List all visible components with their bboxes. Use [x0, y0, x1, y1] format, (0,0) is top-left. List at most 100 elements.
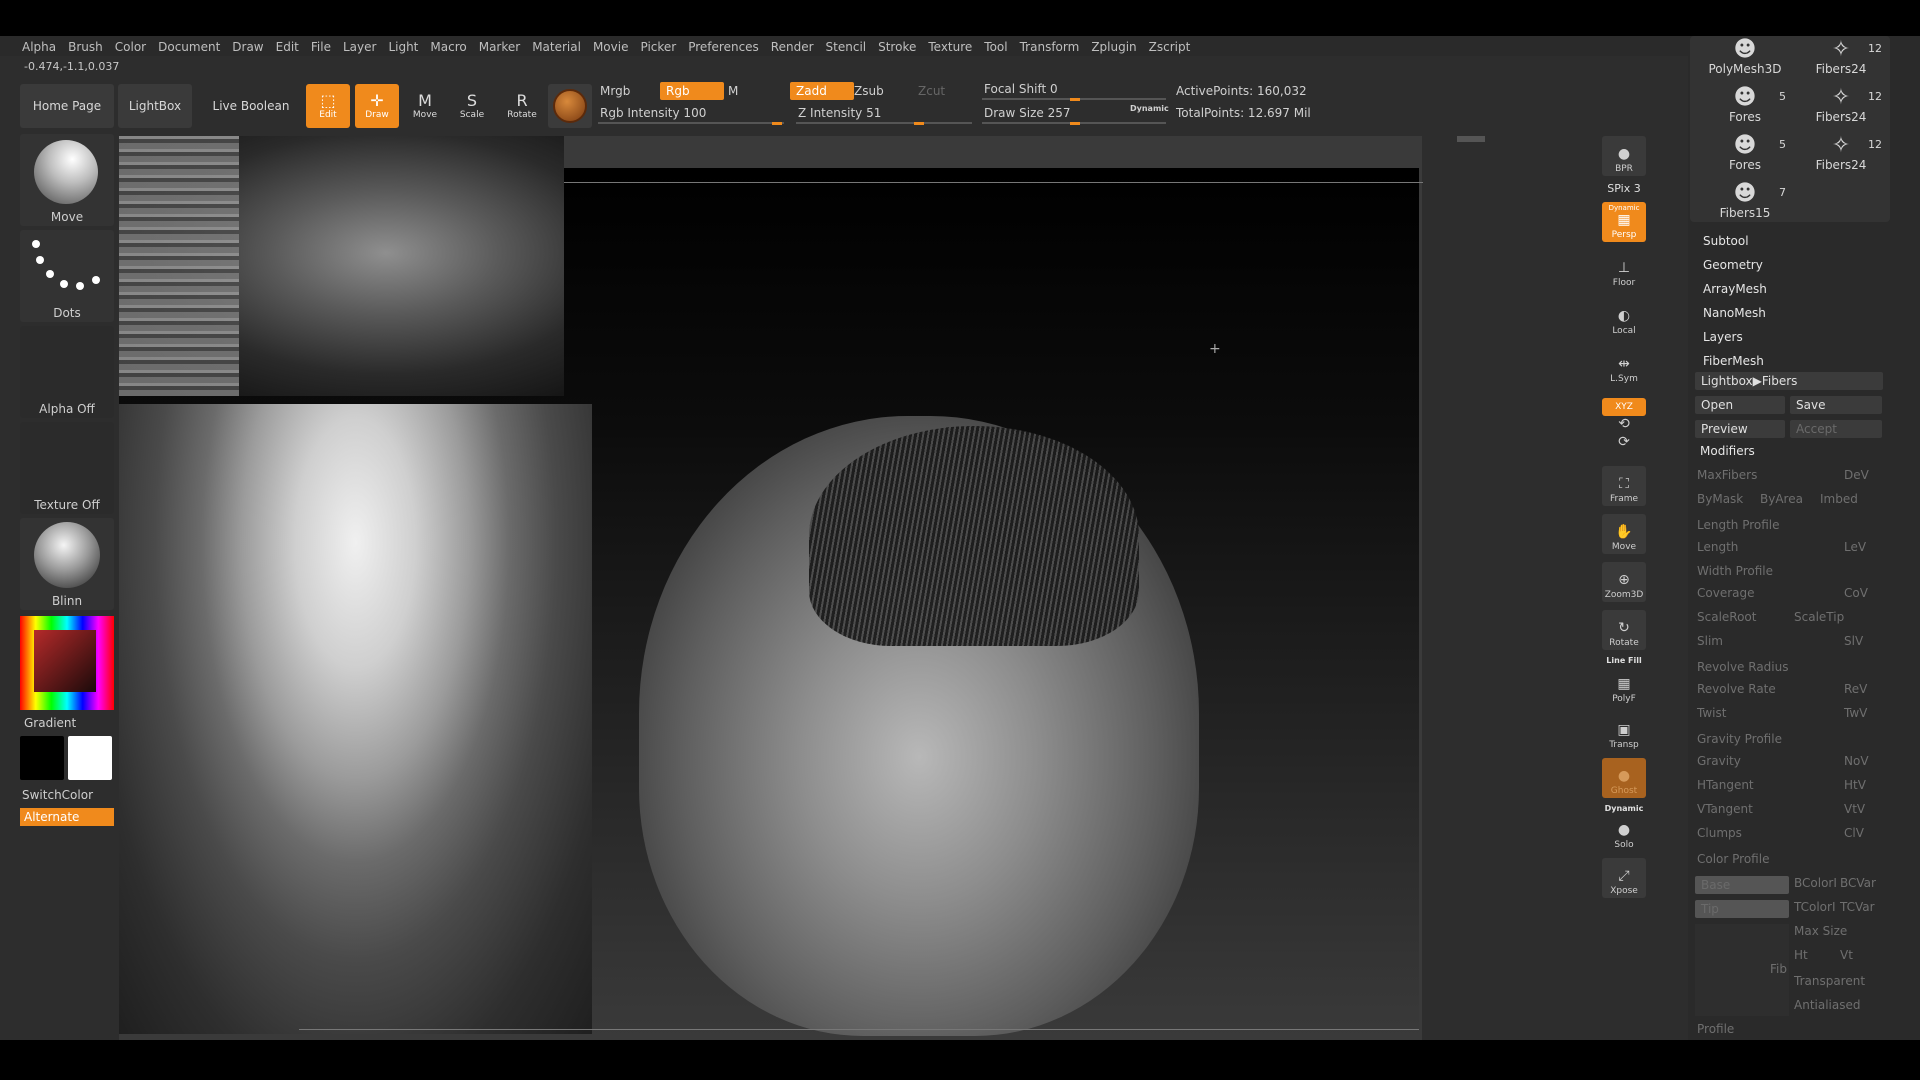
bymask-slider[interactable]: ByMask: [1697, 492, 1743, 506]
subtool-thumb[interactable]: ☻ Fores 5: [1698, 86, 1792, 130]
coverage-slider[interactable]: Coverage: [1697, 586, 1755, 600]
edit-mode-button[interactable]: ⬚ Edit: [306, 84, 350, 128]
clv-slider[interactable]: ClV: [1844, 826, 1864, 840]
material-swatch[interactable]: [548, 84, 592, 128]
tip-color-swatch[interactable]: Tip: [1695, 900, 1789, 918]
subtool-thumb[interactable]: ✧ Fibers24 12: [1794, 86, 1888, 130]
menu-material[interactable]: Material: [526, 36, 587, 54]
color-saturation-square[interactable]: [34, 630, 96, 692]
cov-slider[interactable]: CoV: [1844, 586, 1868, 600]
viewport-canvas[interactable]: +: [119, 136, 1423, 1040]
subtool-thumb[interactable]: ✧ Fibers24 12: [1794, 38, 1888, 82]
nanomesh-section[interactable]: NanoMesh: [1703, 306, 1766, 320]
fibermesh-section[interactable]: FiberMesh: [1703, 354, 1764, 368]
revolve-rate-slider[interactable]: Revolve Rate: [1697, 682, 1776, 696]
tcvar-slider[interactable]: TCVar: [1840, 900, 1875, 914]
local-button[interactable]: ◐ Local: [1602, 298, 1646, 338]
subtool-thumb[interactable]: ☻ Fores 5: [1698, 134, 1792, 178]
menu-light[interactable]: Light: [382, 36, 424, 54]
alternate-button[interactable]: Alternate: [20, 808, 114, 826]
menu-tool[interactable]: Tool: [978, 36, 1013, 54]
twist-slider[interactable]: Twist: [1697, 706, 1726, 720]
color-picker[interactable]: [20, 616, 114, 710]
xpose-button[interactable]: ⤢ Xpose: [1602, 858, 1646, 898]
slv-slider[interactable]: SlV: [1844, 634, 1863, 648]
rgb-toggle[interactable]: Rgb: [660, 82, 724, 100]
nov-slider[interactable]: NoV: [1844, 754, 1869, 768]
rotate-z-button[interactable]: ⟳: [1602, 434, 1646, 454]
accept-button[interactable]: Accept: [1790, 420, 1882, 438]
modifiers-header[interactable]: Modifiers: [1700, 444, 1755, 458]
base-color-swatch[interactable]: Base: [1695, 876, 1789, 894]
rev-slider[interactable]: ReV: [1844, 682, 1867, 696]
z-intensity-knob[interactable]: [914, 122, 924, 125]
rotate-mode-button[interactable]: R Rotate: [500, 84, 544, 128]
lsym-button[interactable]: ⇹ L.Sym: [1602, 346, 1646, 386]
fibermesh-hair[interactable]: [809, 426, 1139, 646]
menu-texture[interactable]: Texture: [922, 36, 978, 54]
menu-brush[interactable]: Brush: [62, 36, 109, 54]
focal-shift-knob[interactable]: [1070, 98, 1080, 101]
ghost-button[interactable]: ● Ghost: [1602, 758, 1646, 798]
twv-slider[interactable]: TwV: [1844, 706, 1867, 720]
menu-layer[interactable]: Layer: [337, 36, 382, 54]
bcvar-slider[interactable]: BCVar: [1840, 876, 1876, 890]
length-profile[interactable]: Length Profile: [1697, 518, 1780, 532]
home-page-button[interactable]: Home Page: [20, 84, 114, 128]
dev-slider[interactable]: DeV: [1844, 468, 1869, 482]
profile-section[interactable]: Profile: [1697, 1022, 1734, 1036]
scaleroot-slider[interactable]: ScaleRoot: [1697, 610, 1756, 624]
menu-render[interactable]: Render: [765, 36, 820, 54]
menu-draw[interactable]: Draw: [226, 36, 269, 54]
gravity-profile[interactable]: Gravity Profile: [1697, 732, 1782, 746]
subtool-section[interactable]: Subtool: [1703, 234, 1749, 248]
byarea-slider[interactable]: ByArea: [1760, 492, 1803, 506]
open-button[interactable]: Open: [1695, 396, 1785, 414]
transparent-toggle[interactable]: Transparent: [1794, 974, 1865, 988]
maxfibers-slider[interactable]: MaxFibers: [1697, 468, 1757, 482]
draw-mode-button[interactable]: ✛ Draw: [355, 84, 399, 128]
menu-file[interactable]: File: [305, 36, 337, 54]
transp-button[interactable]: ▣ Transp: [1602, 712, 1646, 752]
gradient-label[interactable]: Gradient: [24, 716, 76, 730]
menu-macro[interactable]: Macro: [424, 36, 472, 54]
vtv-slider[interactable]: VtV: [1844, 802, 1865, 816]
live-boolean-button[interactable]: Live Boolean: [206, 84, 296, 128]
rgb-intensity-knob[interactable]: [772, 122, 782, 125]
menu-zplugin[interactable]: Zplugin: [1085, 36, 1142, 54]
persp-button[interactable]: Dynamic ▦ Persp: [1602, 202, 1646, 242]
lightbox-fibers-button[interactable]: Lightbox▶Fibers: [1695, 372, 1883, 390]
width-profile[interactable]: Width Profile: [1697, 564, 1773, 578]
menu-stroke[interactable]: Stroke: [872, 36, 922, 54]
m-toggle[interactable]: M: [722, 82, 784, 100]
rgb-intensity-slider[interactable]: [598, 122, 784, 124]
z-intensity-slider[interactable]: [796, 122, 972, 124]
menu-marker[interactable]: Marker: [473, 36, 526, 54]
vt-slider[interactable]: Vt: [1840, 948, 1853, 962]
menu-zscript[interactable]: Zscript: [1143, 36, 1197, 54]
zcut-toggle[interactable]: Zcut: [912, 82, 974, 100]
secondary-color-swatch[interactable]: [68, 736, 112, 780]
layers-section[interactable]: Layers: [1703, 330, 1743, 344]
menu-picker[interactable]: Picker: [634, 36, 682, 54]
geometry-section[interactable]: Geometry: [1703, 258, 1763, 272]
preview-button[interactable]: Preview: [1695, 420, 1785, 438]
menu-edit[interactable]: Edit: [270, 36, 305, 54]
imbed-slider[interactable]: Imbed: [1820, 492, 1858, 506]
material-selector[interactable]: Blinn: [20, 518, 114, 610]
ht-slider[interactable]: Ht: [1794, 948, 1808, 962]
move-view-button[interactable]: ✋ Move: [1602, 514, 1646, 554]
switch-color-button[interactable]: SwitchColor: [22, 788, 93, 802]
brush-selector[interactable]: Move: [20, 134, 114, 226]
slim-slider[interactable]: Slim: [1697, 634, 1723, 648]
dynamic-toggle[interactable]: Dynamic: [1130, 104, 1169, 113]
subtool-thumb[interactable]: ✧ Fibers24 12: [1794, 134, 1888, 178]
arraymesh-section[interactable]: ArrayMesh: [1703, 282, 1767, 296]
zoom3d-button[interactable]: ⊕ Zoom3D: [1602, 562, 1646, 602]
antialiased-toggle[interactable]: Antialiased: [1794, 998, 1860, 1012]
mrgb-toggle[interactable]: Mrgb: [594, 82, 660, 100]
texture-selector[interactable]: Texture Off: [20, 422, 114, 514]
clumps-slider[interactable]: Clumps: [1697, 826, 1742, 840]
menu-movie[interactable]: Movie: [587, 36, 635, 54]
save-button[interactable]: Save: [1790, 396, 1882, 414]
